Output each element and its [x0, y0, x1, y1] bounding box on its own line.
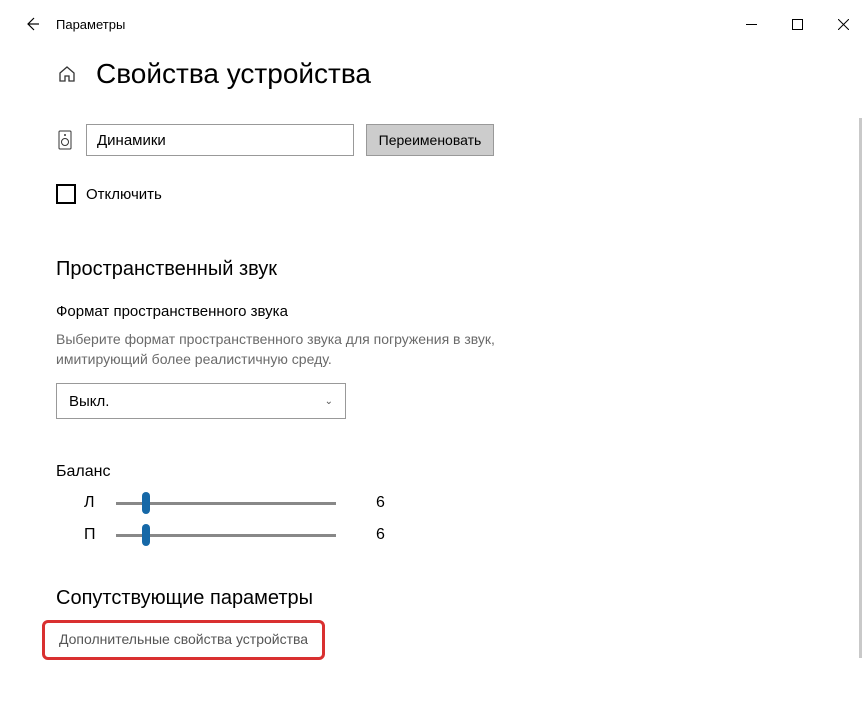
- content-area: Свойства устройства Переименовать Отключ…: [0, 48, 866, 698]
- home-icon[interactable]: [56, 63, 78, 85]
- rename-button[interactable]: Переименовать: [366, 124, 494, 156]
- window-title: Параметры: [56, 17, 125, 32]
- close-button[interactable]: [820, 8, 866, 40]
- balance-right-row: П 6: [56, 523, 810, 547]
- device-name-input[interactable]: [86, 124, 354, 156]
- advanced-properties-link[interactable]: Дополнительные свойства устройства: [59, 631, 308, 647]
- balance-right-label: П: [84, 526, 116, 544]
- spatial-format-dropdown[interactable]: Выкл. ⌄: [56, 383, 346, 419]
- balance-left-label: Л: [84, 494, 116, 512]
- balance-right-slider[interactable]: [116, 523, 336, 547]
- maximize-button[interactable]: [774, 8, 820, 40]
- balance-left-value: 6: [376, 494, 385, 512]
- spatial-heading: Пространственный звук: [56, 258, 810, 281]
- chevron-down-icon: ⌄: [325, 396, 333, 407]
- disable-row: Отключить: [56, 184, 810, 204]
- scrollbar[interactable]: [859, 118, 862, 658]
- spatial-format-desc: Выберите формат пространственного звука …: [56, 330, 556, 369]
- dropdown-value: Выкл.: [69, 393, 109, 410]
- window-controls: [728, 8, 866, 40]
- advanced-link-highlight: Дополнительные свойства устройства: [42, 620, 325, 660]
- slider-thumb[interactable]: [142, 524, 150, 546]
- minimize-button[interactable]: [728, 8, 774, 40]
- disable-checkbox[interactable]: [56, 184, 76, 204]
- balance-label: Баланс: [56, 463, 810, 481]
- titlebar: Параметры: [0, 0, 866, 48]
- balance-left-row: Л 6: [56, 491, 810, 515]
- page-header: Свойства устройства: [56, 58, 810, 90]
- spatial-format-label: Формат пространственного звука: [56, 303, 810, 320]
- balance-left-slider[interactable]: [116, 491, 336, 515]
- slider-thumb[interactable]: [142, 492, 150, 514]
- back-button[interactable]: [18, 16, 46, 32]
- device-row: Переименовать: [56, 124, 810, 156]
- disable-label: Отключить: [86, 186, 162, 203]
- related-heading: Сопутствующие параметры: [56, 587, 810, 610]
- page-title: Свойства устройства: [96, 58, 371, 90]
- balance-right-value: 6: [376, 526, 385, 544]
- speaker-icon: [56, 130, 74, 150]
